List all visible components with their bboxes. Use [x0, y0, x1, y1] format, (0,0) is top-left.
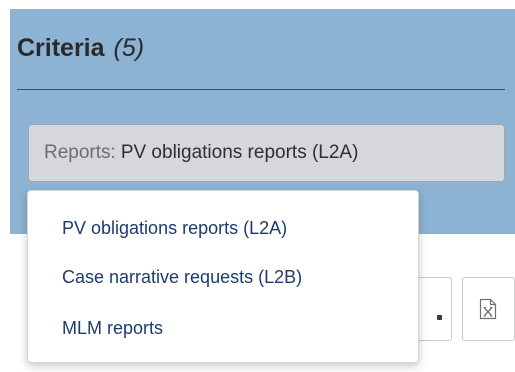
- criteria-divider: [17, 89, 505, 90]
- export-excel-button[interactable]: [462, 277, 515, 341]
- criteria-title-text: Criteria: [17, 34, 105, 62]
- filter-chip-key: Reports:: [44, 142, 116, 163]
- excel-export-icon: [479, 298, 497, 320]
- filter-chip-value: PV obligations reports (L2A): [120, 142, 359, 163]
- reports-filter-chip[interactable]: Reports: PV obligations reports (L2A): [28, 124, 505, 182]
- dropdown-option-mlm-reports[interactable]: MLM reports: [62, 317, 163, 339]
- reports-dropdown-menu: PV obligations reports (L2A) Case narrat…: [27, 190, 419, 363]
- dropdown-option-pv-obligations[interactable]: PV obligations reports (L2A): [62, 217, 287, 239]
- dropdown-option-case-narrative[interactable]: Case narrative requests (L2B): [62, 266, 302, 288]
- criteria-title: Criteria (5): [17, 33, 144, 63]
- criteria-count: (5): [113, 34, 145, 62]
- more-dot-icon: [437, 315, 442, 320]
